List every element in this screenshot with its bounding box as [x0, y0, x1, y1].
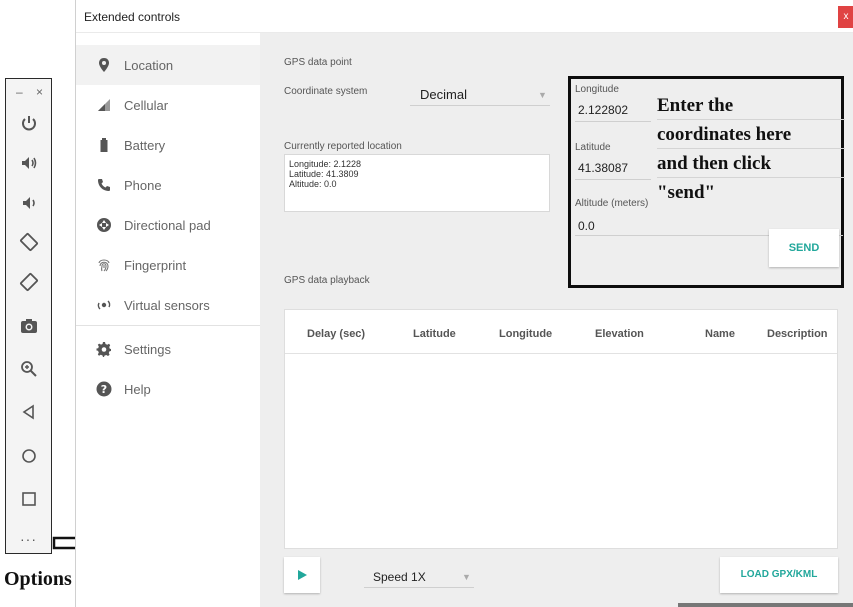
sidebar-item-help[interactable]: ? Help	[76, 369, 260, 409]
latitude-field[interactable]: 41.38087	[578, 161, 628, 175]
window-title: Extended controls	[84, 10, 181, 24]
extended-controls-window: Extended controls x Location Cellular Ba…	[75, 0, 853, 607]
svg-text:?: ?	[101, 383, 107, 396]
longitude-field[interactable]: 2.122802	[578, 103, 628, 117]
column-header-description[interactable]: Description	[767, 328, 828, 340]
gear-icon	[94, 339, 114, 359]
column-header-delay[interactable]: Delay (sec)	[307, 328, 365, 340]
sidebar-item-settings[interactable]: Settings	[76, 329, 260, 369]
power-icon[interactable]	[6, 109, 51, 139]
reported-altitude: Altitude: 0.0	[289, 179, 337, 189]
rotate-right-icon[interactable]	[6, 267, 51, 297]
sidebar-item-location[interactable]: Location	[76, 45, 260, 85]
coordinate-system-label: Coordinate system	[284, 86, 368, 97]
window-titlebar: Extended controls x	[76, 0, 853, 33]
dpad-icon	[94, 215, 114, 235]
reported-latitude: Latitude: 41.3809	[289, 169, 359, 179]
sidebar-item-label: Battery	[124, 137, 166, 153]
column-header-longitude[interactable]: Longitude	[499, 328, 552, 340]
sidebar-item-label: Location	[124, 57, 174, 73]
sidebar-item-virtual-sensors[interactable]: Virtual sensors	[76, 285, 260, 325]
longitude-underline	[575, 121, 651, 122]
sidebar-item-label: Phone	[124, 177, 162, 193]
sidebar-item-label: Virtual sensors	[124, 297, 210, 313]
location-pin-icon	[94, 55, 114, 75]
sidebar-item-phone[interactable]: Phone	[76, 165, 260, 205]
battery-icon	[94, 135, 114, 155]
annotation-line: Enter the	[657, 91, 845, 120]
toolbar-window-controls: – ×	[6, 85, 51, 101]
column-header-elevation[interactable]: Elevation	[595, 328, 644, 340]
toolbar-minimize-button[interactable]: –	[16, 85, 23, 99]
reported-location-box: Longitude: 2.1228 Latitude: 41.3809 Alti…	[284, 154, 550, 212]
volume-up-icon[interactable]	[6, 148, 51, 178]
table-header-divider	[285, 353, 837, 354]
sidebar-item-label: Fingerprint	[124, 257, 187, 273]
sidebar-item-fingerprint[interactable]: Fingerprint	[76, 245, 260, 285]
coordinate-entry-panel: Longitude 2.122802 Latitude 41.38087 Alt…	[568, 76, 845, 288]
gps-data-point-heading: GPS data point	[284, 57, 352, 68]
dropdown-arrow-icon[interactable]: ▼	[538, 90, 547, 100]
dropdown-arrow-icon[interactable]: ▼	[462, 572, 471, 582]
coordinate-system-select[interactable]: Decimal	[420, 87, 467, 102]
home-icon[interactable]	[6, 441, 51, 471]
gps-playback-table: Delay (sec) Latitude Longitude Elevation…	[284, 309, 838, 549]
zoom-icon[interactable]	[6, 354, 51, 384]
latitude-label: Latitude	[575, 142, 611, 153]
help-icon: ?	[94, 379, 114, 399]
load-gpx-kml-button[interactable]: LOAD GPX/KML	[720, 557, 838, 593]
reported-location-label: Currently reported location	[284, 141, 402, 152]
signal-icon	[94, 95, 114, 115]
sensors-icon	[94, 295, 114, 315]
sidebar-item-label: Settings	[124, 341, 171, 357]
column-header-latitude[interactable]: Latitude	[413, 328, 456, 340]
column-header-name[interactable]: Name	[705, 328, 735, 340]
fingerprint-icon	[94, 255, 114, 275]
toolbar-close-button[interactable]: ×	[36, 85, 43, 99]
play-button[interactable]	[284, 557, 320, 593]
play-icon	[298, 570, 307, 580]
select-underline	[364, 587, 474, 588]
annotation-line: coordinates here	[657, 120, 845, 149]
back-icon[interactable]	[6, 397, 51, 427]
send-button[interactable]: SEND	[769, 229, 839, 267]
speed-select[interactable]: Speed 1X	[373, 570, 426, 584]
sidebar-nav: Location Cellular Battery Phone Directio…	[76, 33, 260, 607]
select-underline	[410, 105, 550, 106]
altitude-field[interactable]: 0.0	[578, 219, 595, 233]
gps-playback-heading: GPS data playback	[284, 275, 370, 286]
more-icon[interactable]: ···	[6, 524, 51, 554]
volume-down-icon[interactable]	[6, 188, 51, 218]
annotation-line: and then click	[657, 149, 845, 178]
location-panel: GPS data point Coordinate system Decimal…	[260, 33, 853, 607]
emulator-toolbar: – × ···	[5, 78, 52, 554]
phone-icon	[94, 175, 114, 195]
sidebar-item-label: Help	[124, 381, 151, 397]
sidebar-item-directional-pad[interactable]: Directional pad	[76, 205, 260, 245]
camera-icon[interactable]	[6, 311, 51, 341]
sidebar-item-label: Cellular	[124, 97, 169, 113]
longitude-label: Longitude	[575, 84, 619, 95]
reported-longitude: Longitude: 2.1228	[289, 159, 362, 169]
window-bottom-edge	[678, 603, 853, 607]
annotation-line: "send"	[657, 182, 716, 203]
rotate-left-icon[interactable]	[6, 227, 51, 257]
sidebar-item-label: Directional pad	[124, 217, 211, 233]
window-close-button[interactable]: x	[838, 6, 853, 28]
latitude-underline	[575, 179, 651, 180]
sidebar-divider	[76, 325, 260, 326]
sidebar-item-cellular[interactable]: Cellular	[76, 85, 260, 125]
instruction-annotation: Enter the coordinates here and then clic…	[657, 91, 845, 207]
altitude-label: Altitude (meters)	[575, 198, 649, 209]
sidebar-item-battery[interactable]: Battery	[76, 125, 260, 165]
overview-icon[interactable]	[6, 484, 51, 514]
